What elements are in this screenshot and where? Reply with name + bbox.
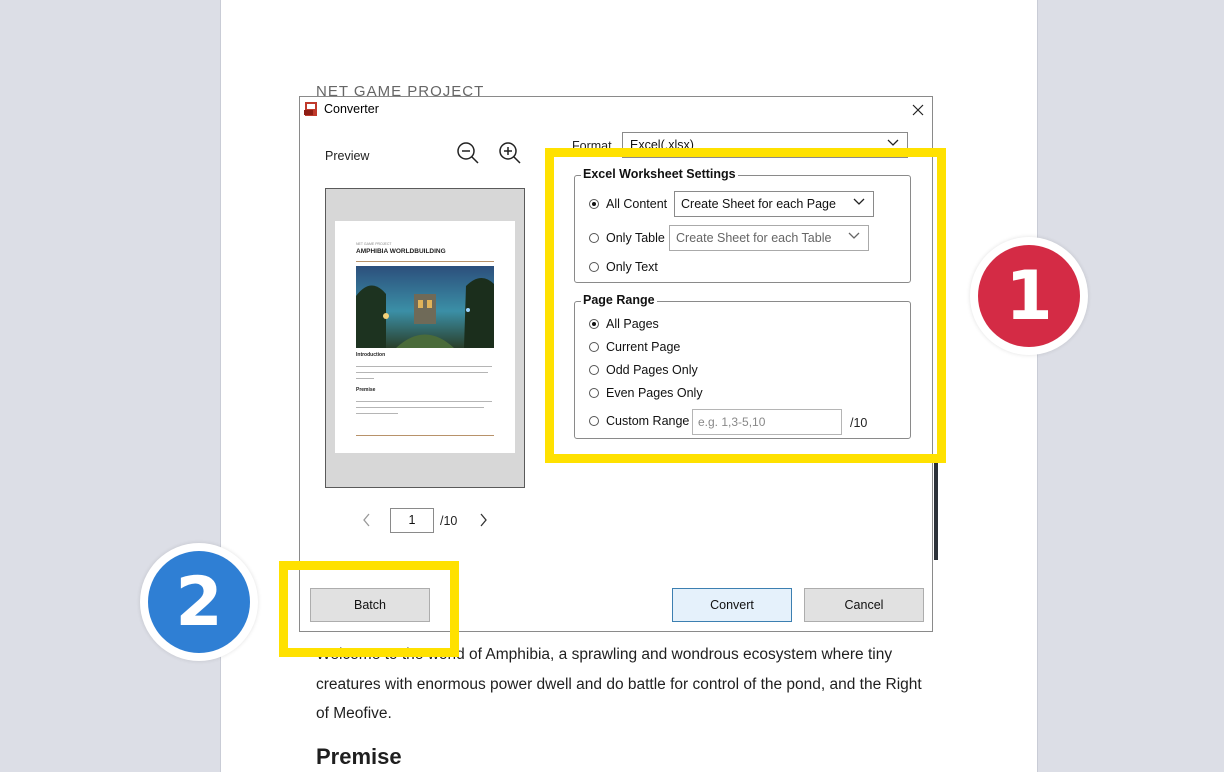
title-bar: Converter: [300, 97, 932, 121]
zoom-out-icon[interactable]: [456, 141, 480, 165]
cancel-button[interactable]: Cancel: [804, 588, 924, 622]
highlight-box-batch: [279, 561, 459, 657]
document-image-edge: [934, 460, 938, 560]
close-icon[interactable]: [906, 99, 930, 121]
mini-heading-premise: Premise: [356, 387, 376, 393]
mini-text-line: [356, 413, 398, 415]
chevron-left-icon[interactable]: [360, 512, 374, 528]
mini-text-line: [356, 378, 374, 380]
step-badge-2: 2: [140, 543, 258, 661]
mini-header: NET GAME PROJECT: [356, 242, 392, 246]
mini-text-line: [356, 372, 488, 374]
page-preview: NET GAME PROJECT AMPHIBIA WORLDBUILDING: [325, 188, 525, 488]
mini-text-line: [356, 366, 492, 368]
preview-label: Preview: [325, 149, 370, 163]
convert-button[interactable]: Convert: [672, 588, 792, 622]
preview-page-thumbnail: NET GAME PROJECT AMPHIBIA WORLDBUILDING: [335, 221, 515, 453]
page-total-label: /10: [440, 514, 458, 528]
page-number-input[interactable]: 1: [390, 508, 434, 533]
mini-text-line: [356, 401, 492, 403]
pdf-app-icon: [304, 102, 317, 116]
mini-text-line: [356, 407, 484, 409]
chevron-right-icon[interactable]: [476, 512, 490, 528]
document-heading: Premise: [316, 744, 402, 769]
highlight-box-settings: [545, 148, 946, 463]
zoom-in-icon[interactable]: [498, 141, 522, 165]
mini-title: AMPHIBIA WORLDBUILDING: [356, 248, 446, 255]
dialog-title: Converter: [324, 102, 379, 116]
mini-illustration: [356, 266, 494, 348]
mini-divider: [356, 435, 494, 436]
mini-divider: [356, 261, 494, 262]
step-badge-1: 1: [970, 237, 1088, 355]
chevron-down-icon: [887, 139, 899, 146]
mini-heading-introduction: Introduction: [356, 352, 386, 358]
step-badge-1-number: 1: [978, 245, 1080, 347]
step-badge-2-number: 2: [148, 551, 250, 653]
